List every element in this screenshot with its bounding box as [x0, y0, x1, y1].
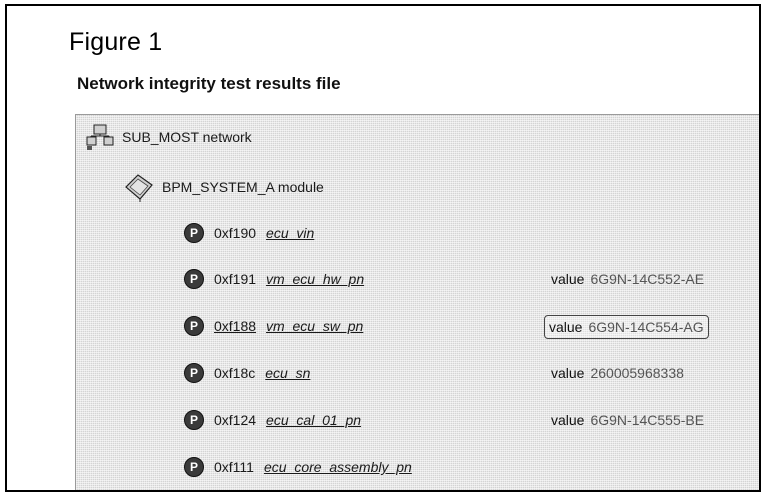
param-code: 0xf18c: [214, 365, 256, 381]
param-value[interactable]: value 6G9N-14C552-AE: [551, 267, 704, 291]
module-icon: [122, 171, 156, 203]
network-icon: [86, 123, 116, 151]
network-name: SUB_MOST network: [122, 129, 252, 145]
param-code: 0xf191: [214, 271, 257, 287]
tree-node-module[interactable]: BPM_SYSTEM_A module: [122, 174, 324, 202]
param-code: 0xf111: [214, 459, 254, 475]
param-value-key: value: [551, 412, 585, 428]
param-value-text: 6G9N-14C555-BE: [590, 412, 705, 428]
param-code: 0xf124: [214, 412, 257, 428]
param-name[interactable]: vm_ecu_sw_pn: [266, 318, 363, 334]
document-title: Network integrity test results file: [77, 74, 341, 93]
results-tree-panel[interactable]: SUB_MOST network BPM_SYSTEM_A module P 0…: [75, 114, 759, 490]
parameter-icon: P: [184, 457, 204, 477]
figure-frame: Figure 1 Network integrity test results …: [5, 4, 761, 492]
module-name: BPM_SYSTEM_A module: [162, 179, 324, 195]
param-name[interactable]: vm_ecu_hw_pn: [266, 271, 364, 287]
param-value[interactable]: value 6G9N-14C555-BE: [551, 408, 704, 432]
parameter-icon: P: [184, 410, 204, 430]
param-row[interactable]: P 0xf190 ecu_vin: [184, 221, 314, 245]
param-value-text: 6G9N-14C552-AE: [590, 271, 705, 287]
param-value[interactable]: value 260005968338: [551, 361, 684, 385]
param-value-key: value: [551, 271, 585, 287]
figure-label: Figure 1: [69, 28, 163, 56]
param-row[interactable]: P 0xf191 vm_ecu_hw_pn: [184, 267, 364, 291]
param-code: 0xf188: [214, 318, 257, 334]
param-value-selected[interactable]: value 6G9N-14C554-AG: [544, 315, 709, 339]
tree-node-network[interactable]: SUB_MOST network: [86, 123, 252, 151]
param-value-text: 260005968338: [590, 365, 684, 381]
param-name[interactable]: ecu_vin: [266, 225, 314, 241]
parameter-icon: P: [184, 269, 204, 289]
param-row[interactable]: P 0xf124 ecu_cal_01_pn: [184, 408, 361, 432]
param-value-key: value: [549, 319, 583, 335]
parameter-icon: P: [184, 363, 204, 383]
param-row[interactable]: P 0xf111 ecu_core_assembly_pn: [184, 455, 412, 479]
param-name[interactable]: ecu_sn: [265, 365, 310, 381]
param-value-key: value: [551, 365, 585, 381]
param-name[interactable]: ecu_cal_01_pn: [266, 412, 361, 428]
parameter-icon: P: [184, 316, 204, 336]
param-row[interactable]: P 0xf18c ecu_sn: [184, 361, 310, 385]
parameter-icon: P: [184, 223, 204, 243]
param-code: 0xf190: [214, 225, 257, 241]
param-value-text: 6G9N-14C554-AG: [588, 319, 704, 335]
param-name[interactable]: ecu_core_assembly_pn: [264, 459, 412, 475]
param-row[interactable]: P 0xf188 vm_ecu_sw_pn: [184, 314, 363, 338]
